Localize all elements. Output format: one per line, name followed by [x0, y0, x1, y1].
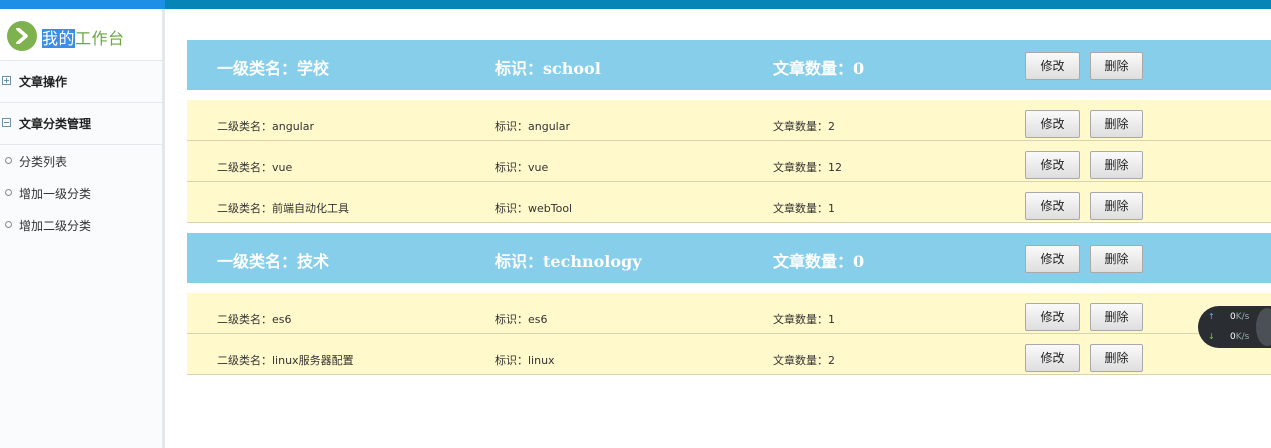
sidebar-group-article-ops[interactable]: 文章操作	[0, 61, 162, 103]
edit-button[interactable]: 修改	[1025, 192, 1080, 220]
widget-handle[interactable]	[1256, 308, 1271, 346]
edit-button[interactable]: 修改	[1025, 344, 1080, 372]
secondary-category-count: 文章数量：1	[773, 202, 835, 215]
sidebar-item-add-level1[interactable]: 增加一级分类	[0, 177, 162, 209]
secondary-category-tag: 标识：linux	[495, 354, 555, 367]
download-unit: K/s	[1235, 332, 1250, 342]
top-bar-accent	[0, 0, 165, 9]
primary-category-row: 一级类名：技术 标识：technology 文章数量：0 修改 删除	[187, 233, 1271, 283]
secondary-category-name: 二级类名：linux服务器配置	[217, 354, 354, 367]
arrow-down-icon: ↓	[1208, 332, 1215, 341]
edit-button[interactable]: 修改	[1025, 52, 1080, 80]
secondary-category-name: 二级类名：前端自动化工具	[217, 202, 349, 215]
delete-button[interactable]: 删除	[1090, 245, 1143, 273]
primary-category-row: 一级类名：学校 标识：school 文章数量：0 修改 删除	[187, 40, 1271, 90]
primary-category-name: 一级类名：学校	[217, 59, 330, 78]
secondary-category-tag: 标识：angular	[495, 120, 570, 133]
top-bar	[0, 0, 1271, 9]
brand-title: 我的工作台	[42, 25, 125, 49]
arrow-up-icon: ↑	[1208, 312, 1215, 321]
secondary-category-row: 二级类名：linux服务器配置 标识：linux 文章数量：2 修改 删除	[187, 334, 1271, 375]
network-speed-widget[interactable]: ↑ 0K/s ↓ 0K/s	[1198, 306, 1271, 348]
secondary-category-row: 二级类名：es6 标识：es6 文章数量：1 修改 删除	[187, 293, 1271, 334]
primary-category-count: 文章数量：0	[773, 252, 865, 271]
bullet-icon	[5, 157, 12, 164]
edit-button[interactable]: 修改	[1025, 245, 1080, 273]
primary-category-count: 文章数量：0	[773, 59, 865, 78]
secondary-category-count: 文章数量：12	[773, 161, 842, 174]
secondary-category-name: 二级类名：angular	[217, 120, 314, 133]
bullet-icon	[5, 221, 12, 228]
delete-button[interactable]: 删除	[1090, 192, 1143, 220]
chevron-right-icon	[7, 21, 37, 51]
primary-category-tag: 标识：school	[495, 59, 601, 78]
sidebar-item-label: 分类列表	[19, 155, 68, 169]
secondary-category-tag: 标识：webTool	[495, 202, 573, 215]
secondary-category-count: 文章数量：2	[773, 120, 835, 133]
delete-button[interactable]: 删除	[1090, 52, 1143, 80]
secondary-category-tag: 标识：es6	[495, 313, 548, 326]
secondary-category-count: 文章数量：2	[773, 354, 835, 367]
secondary-category-name: 二级类名：vue	[217, 161, 293, 174]
upload-unit: K/s	[1235, 312, 1250, 322]
edit-button[interactable]: 修改	[1025, 110, 1080, 138]
secondary-category-row: 二级类名：angular 标识：angular 文章数量：2 修改 删除	[187, 100, 1271, 141]
primary-category-name: 一级类名：技术	[217, 252, 330, 271]
sidebar-item-label: 增加二级分类	[19, 219, 92, 233]
brand-title-rest: 工作台	[75, 29, 125, 48]
delete-button[interactable]: 删除	[1090, 151, 1143, 179]
edit-button[interactable]: 修改	[1025, 151, 1080, 179]
bullet-icon	[5, 189, 12, 196]
sidebar-group-label: 文章操作	[19, 75, 68, 89]
sidebar-group-label: 文章分类管理	[19, 117, 92, 131]
sidebar-item-category-list[interactable]: 分类列表	[0, 145, 162, 177]
sidebar-group-category-mgmt[interactable]: 文章分类管理	[0, 103, 162, 145]
collapse-minus-icon	[2, 118, 11, 127]
primary-category-tag: 标识：technology	[495, 252, 642, 271]
secondary-category-row: 二级类名：vue 标识：vue 文章数量：12 修改 删除	[187, 141, 1271, 182]
category-list: 一级类名：学校 标识：school 文章数量：0 修改 删除 二级类名：angu…	[187, 40, 1271, 375]
expand-plus-icon	[2, 76, 11, 85]
edit-button[interactable]: 修改	[1025, 303, 1080, 331]
secondary-category-row: 二级类名：前端自动化工具 标识：webTool 文章数量：1 修改 删除	[187, 182, 1271, 223]
sidebar-item-add-level2[interactable]: 增加二级分类	[0, 209, 162, 241]
brand[interactable]: 我的工作台	[0, 9, 162, 61]
delete-button[interactable]: 删除	[1090, 303, 1143, 331]
secondary-category-name: 二级类名：es6	[217, 313, 292, 326]
sidebar-item-label: 增加一级分类	[19, 187, 92, 201]
secondary-category-tag: 标识：vue	[495, 161, 549, 174]
sidebar: 我的工作台 文章操作 文章分类管理 分类列表 增加一级分类 增加二级分类	[0, 9, 165, 448]
brand-title-selected: 我的	[42, 29, 76, 48]
delete-button[interactable]: 删除	[1090, 344, 1143, 372]
secondary-category-count: 文章数量：1	[773, 313, 835, 326]
delete-button[interactable]: 删除	[1090, 110, 1143, 138]
